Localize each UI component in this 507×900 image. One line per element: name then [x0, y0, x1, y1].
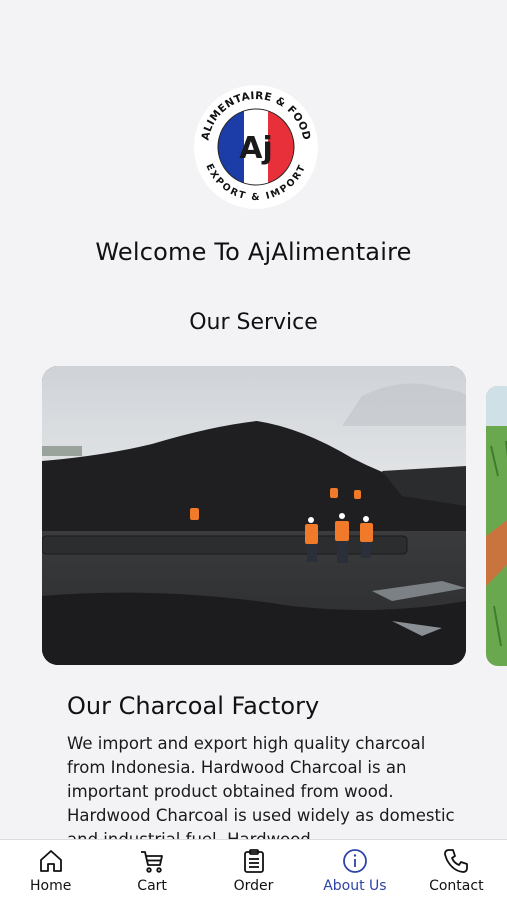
nav-item-about-us[interactable]: About Us: [304, 840, 405, 900]
card-description: We import and export high quality charco…: [67, 734, 455, 849]
nav-label-cart: Cart: [137, 878, 167, 894]
info-icon: [343, 849, 367, 873]
service-section-title: Our Service: [189, 310, 318, 335]
clipboard-icon: [243, 849, 264, 873]
nav-item-home[interactable]: Home: [0, 840, 101, 900]
charcoal-factory-image[interactable]: [42, 366, 466, 665]
nav-item-cart[interactable]: Cart: [101, 840, 202, 900]
next-service-card[interactable]: [486, 386, 507, 666]
welcome-heading: Welcome To AjAlimentaire: [95, 238, 412, 266]
card-heading: Our Charcoal Factory: [67, 692, 320, 720]
logo-monogram: Aj: [239, 131, 273, 166]
nav-item-order[interactable]: Order: [203, 840, 304, 900]
service-carousel[interactable]: [0, 366, 507, 666]
nav-item-contact[interactable]: Contact: [406, 840, 507, 900]
nav-label-about-us: About Us: [323, 878, 387, 894]
bottom-navigation: Home Cart Order About Us Contact: [0, 839, 507, 900]
phone-icon: [444, 849, 469, 873]
nav-label-contact: Contact: [429, 878, 484, 894]
brand-logo: Aj ALIMENTAIRE & FOOD EXPORT & IMPORT: [193, 84, 319, 210]
nav-label-home: Home: [30, 878, 72, 894]
cart-icon: [141, 851, 164, 873]
home-icon: [39, 850, 62, 872]
nav-label-order: Order: [233, 878, 274, 894]
